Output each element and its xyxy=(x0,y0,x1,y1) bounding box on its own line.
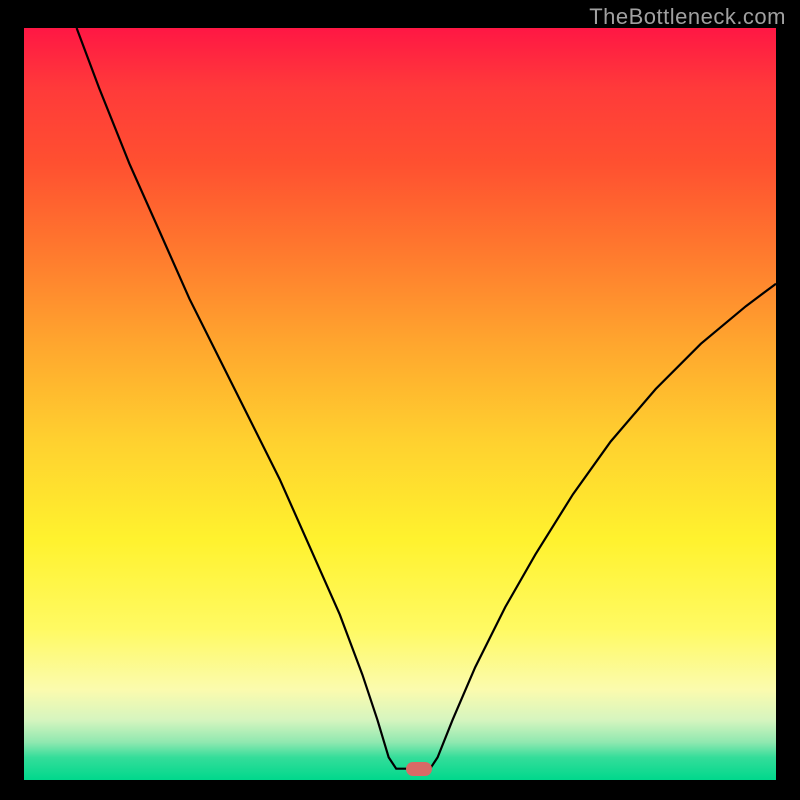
watermark-text: TheBottleneck.com xyxy=(589,4,786,30)
plot-area xyxy=(24,28,776,780)
chart-frame: TheBottleneck.com xyxy=(0,0,800,800)
bottleneck-curve xyxy=(24,28,776,780)
optimum-marker xyxy=(406,762,432,776)
curve-path xyxy=(77,28,776,769)
